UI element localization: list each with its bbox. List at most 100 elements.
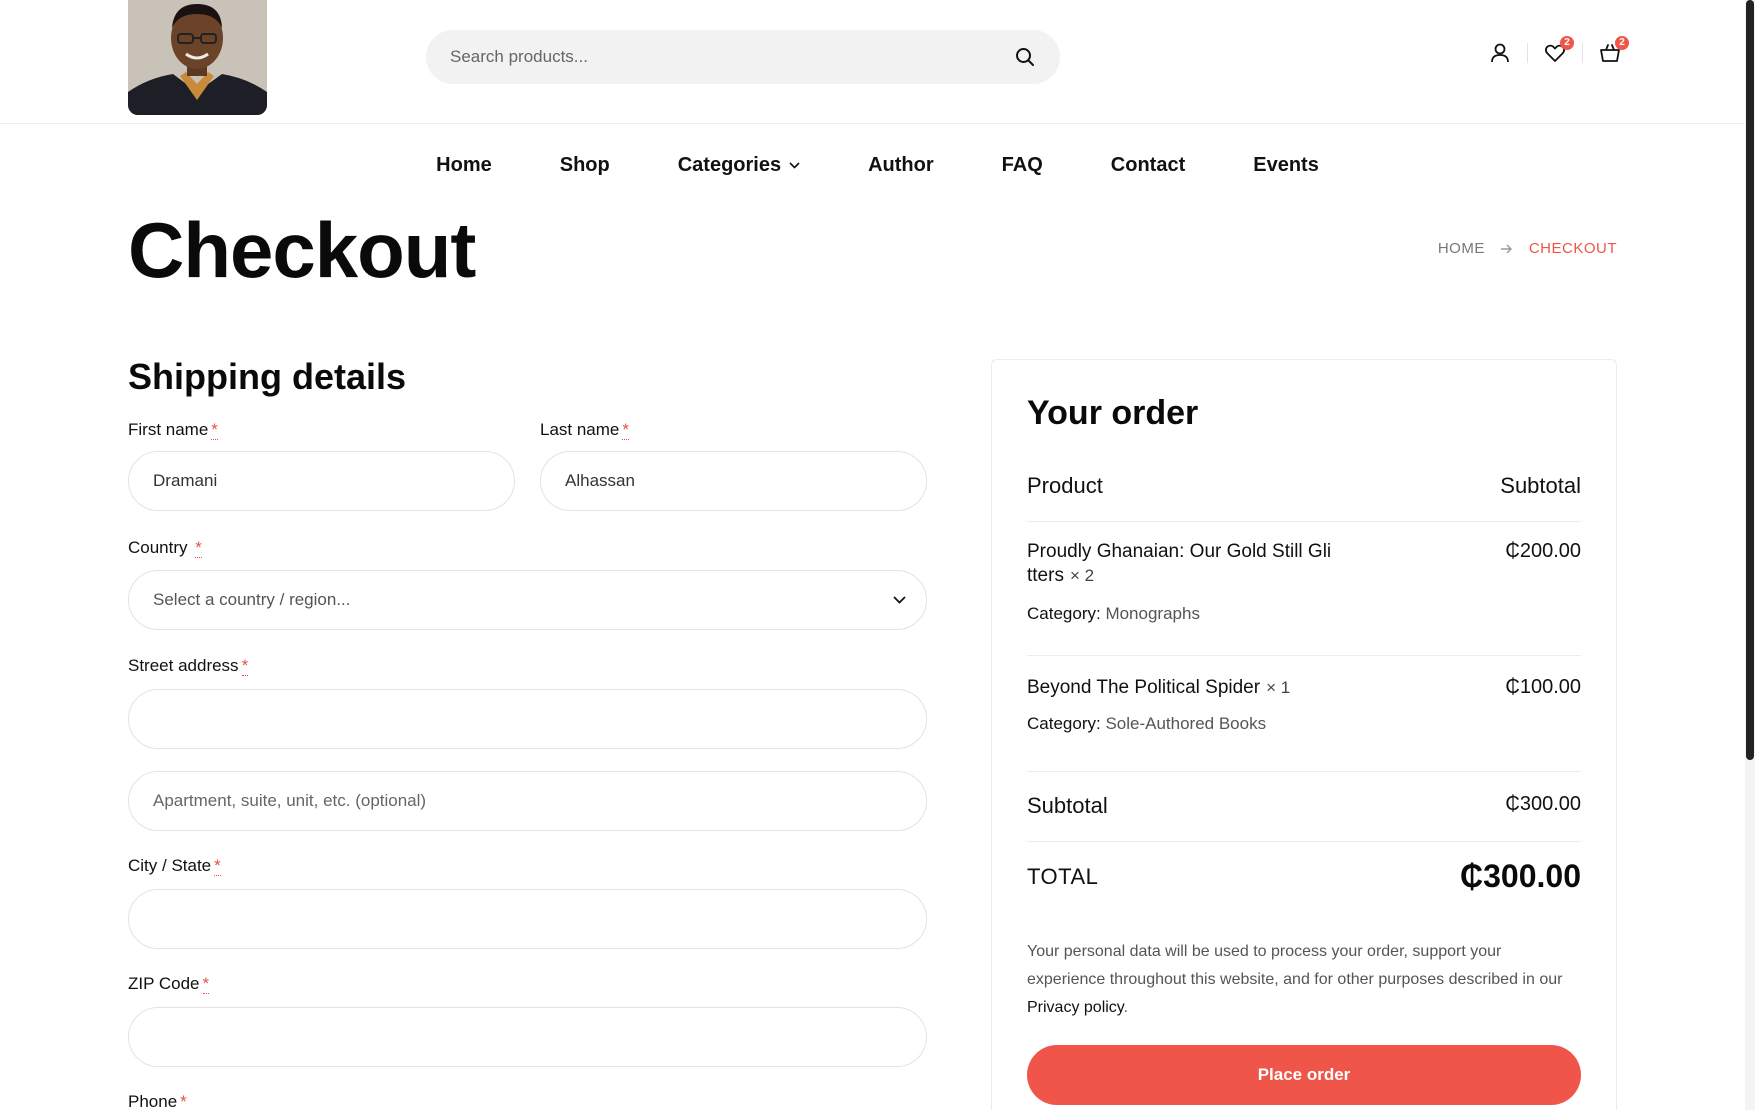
nav-faq[interactable]: FAQ bbox=[1002, 154, 1043, 177]
divider bbox=[1027, 655, 1581, 656]
required-marker: * bbox=[195, 538, 202, 558]
zip-code-field bbox=[128, 1007, 927, 1067]
nav-categories[interactable]: Categories bbox=[678, 154, 800, 177]
country-select[interactable]: Select a country / region... bbox=[128, 570, 927, 630]
page-title: Checkout bbox=[128, 206, 476, 294]
search-bar bbox=[426, 30, 1060, 84]
required-marker: * bbox=[622, 420, 630, 440]
order-item-name-line: Proudly Ghanaian: Our Gold Still Gli tte… bbox=[1027, 540, 1367, 588]
nav-categories-label: Categories bbox=[677, 153, 782, 176]
order-item: Beyond The Political Spider × 1 ₵100.00 C… bbox=[1027, 676, 1581, 734]
divider bbox=[1027, 521, 1581, 522]
city-state-field bbox=[128, 889, 927, 949]
first-name-label: First name * bbox=[128, 420, 218, 440]
last-name-field bbox=[540, 451, 927, 511]
city-state-label: City / State * bbox=[128, 856, 221, 876]
zip-code-label: ZIP Code * bbox=[128, 974, 210, 994]
header-divider bbox=[1527, 43, 1528, 63]
order-item-qty: × 2 bbox=[1069, 566, 1095, 585]
required-marker: * bbox=[180, 1092, 187, 1110]
user-icon[interactable] bbox=[1487, 40, 1513, 66]
divider bbox=[1027, 771, 1581, 772]
order-title: Your order bbox=[1027, 394, 1199, 432]
wishlist-button[interactable]: 2 bbox=[1542, 36, 1574, 66]
privacy-notice-end: . bbox=[1123, 999, 1129, 1016]
required-marker: * bbox=[241, 656, 249, 676]
first-name-input[interactable] bbox=[153, 471, 490, 491]
last-name-label: Last name * bbox=[540, 420, 630, 440]
first-name-field bbox=[128, 451, 515, 511]
order-item-qty: × 1 bbox=[1266, 678, 1291, 697]
nav-shop[interactable]: Shop bbox=[560, 154, 610, 177]
arrow-right-icon bbox=[1500, 241, 1513, 257]
order-item: Proudly Ghanaian: Our Gold Still Gli tte… bbox=[1027, 540, 1581, 624]
order-item-category-label: Category: bbox=[1027, 604, 1101, 623]
order-item-name-line: Beyond The Political Spider × 1 bbox=[1027, 676, 1447, 700]
place-order-button[interactable]: Place order bbox=[1027, 1045, 1581, 1105]
last-name-input[interactable] bbox=[565, 471, 902, 491]
page-scrollbar[interactable] bbox=[1745, 0, 1755, 1110]
required-marker: * bbox=[214, 856, 221, 876]
order-item-price: ₵100.00 bbox=[1505, 676, 1581, 698]
street-address-field bbox=[128, 689, 927, 749]
breadcrumb-current: CHECKOUT bbox=[1528, 240, 1617, 257]
order-item-price: ₵200.00 bbox=[1505, 540, 1581, 562]
scrollbar-thumb[interactable] bbox=[1746, 0, 1754, 760]
apartment-field bbox=[128, 771, 927, 831]
order-summary-card: Your order Product Subtotal Proudly Ghan… bbox=[991, 359, 1617, 1110]
cart-count-badge: 2 bbox=[1615, 36, 1629, 50]
order-item-name: Beyond The Political Spider bbox=[1027, 677, 1261, 698]
nav-events[interactable]: Events bbox=[1253, 154, 1319, 177]
first-name-label-text: First name bbox=[128, 420, 209, 439]
street-address-label: Street address * bbox=[128, 656, 249, 676]
breadcrumb: HOME CHECKOUT bbox=[1438, 240, 1617, 257]
search-input[interactable] bbox=[450, 47, 1014, 67]
total-row: TOTAL ₵300.00 bbox=[1027, 858, 1581, 894]
order-item-category-value: Monographs bbox=[1105, 604, 1200, 623]
nav-contact[interactable]: Contact bbox=[1111, 154, 1185, 177]
shipping-details-title: Shipping details bbox=[128, 356, 407, 397]
order-item-category-value: Sole-Authored Books bbox=[1105, 714, 1267, 733]
subtotal-value: ₵300.00 bbox=[1505, 793, 1581, 815]
chevron-down-icon bbox=[789, 158, 800, 172]
phone-label: Phone * bbox=[128, 1092, 187, 1110]
header-divider bbox=[1582, 43, 1583, 63]
required-marker: * bbox=[211, 420, 218, 440]
total-label: TOTAL bbox=[1027, 864, 1099, 889]
nav-home[interactable]: Home bbox=[436, 154, 492, 177]
subtotal-label: Subtotal bbox=[1027, 793, 1108, 818]
zip-code-input[interactable] bbox=[153, 1027, 902, 1047]
country-label: Country * bbox=[128, 538, 202, 558]
total-value: ₵300.00 bbox=[1460, 858, 1581, 894]
order-item-category-label: Category: bbox=[1027, 714, 1101, 733]
wishlist-count-badge: 2 bbox=[1560, 36, 1574, 50]
country-label-text: Country bbox=[128, 538, 188, 557]
author-photo-logo[interactable] bbox=[128, 0, 267, 115]
cart-button[interactable]: 2 bbox=[1597, 36, 1629, 66]
city-state-input[interactable] bbox=[153, 909, 902, 929]
street-address-label-text: Street address bbox=[128, 656, 239, 675]
site-header: 2 2 bbox=[0, 0, 1745, 124]
privacy-policy-link[interactable]: Privacy policy bbox=[1027, 999, 1124, 1016]
street-address-input[interactable] bbox=[153, 709, 902, 729]
last-name-label-text: Last name bbox=[540, 420, 620, 439]
city-state-label-text: City / State bbox=[128, 856, 212, 875]
zip-code-label-text: ZIP Code bbox=[128, 974, 200, 993]
order-item-category: Category: Sole-Authored Books bbox=[1027, 714, 1581, 734]
country-select-placeholder: Select a country / region... bbox=[153, 590, 351, 609]
chevron-down-icon bbox=[888, 589, 910, 611]
apartment-input[interactable] bbox=[153, 791, 902, 811]
privacy-notice-text: Your personal data will be used to proce… bbox=[1027, 943, 1563, 988]
column-subtotal: Subtotal bbox=[1500, 473, 1581, 498]
order-item-category: Category: Monographs bbox=[1027, 604, 1581, 624]
order-table-header: Product Subtotal bbox=[1027, 473, 1581, 499]
main-nav: Home Shop Categories Author FAQ Contact … bbox=[0, 124, 1745, 206]
nav-author[interactable]: Author bbox=[868, 154, 934, 177]
search-icon[interactable] bbox=[1014, 46, 1036, 68]
subtotal-row: Subtotal ₵300.00 bbox=[1027, 793, 1581, 819]
required-marker: * bbox=[202, 974, 210, 994]
privacy-notice: Your personal data will be used to proce… bbox=[1027, 938, 1581, 1022]
breadcrumb-home-link[interactable]: HOME bbox=[1438, 240, 1485, 257]
phone-label-text: Phone bbox=[128, 1092, 178, 1110]
divider bbox=[1027, 841, 1581, 842]
